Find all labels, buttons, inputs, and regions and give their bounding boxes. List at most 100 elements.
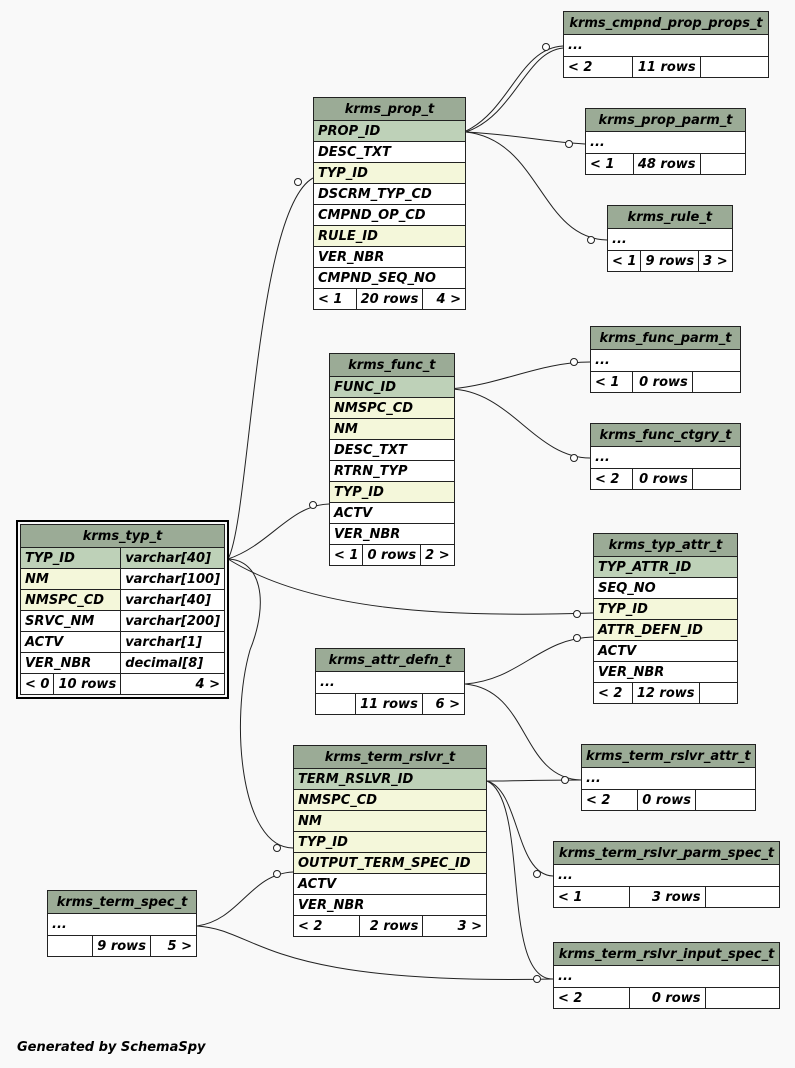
parent-count: [46, 935, 94, 957]
table-krms-func-t[interactable]: krms_func_t FUNC_ID NMSPC_CD NM DESC_TXT…: [328, 353, 455, 566]
child-count: [691, 468, 742, 490]
child-count: 5 >: [149, 935, 198, 957]
column-type: varchar[1]: [120, 631, 226, 653]
column-typ-attr-id: TYP_ATTR_ID: [593, 556, 738, 578]
column-type: varchar[100]: [120, 568, 226, 590]
table-krms-prop-t[interactable]: krms_prop_t PROP_ID DESC_TXT TYP_ID DSCR…: [313, 97, 466, 310]
table-title: krms_term_rslvr_input_spec_t: [553, 942, 780, 966]
column-nm: NM: [293, 810, 487, 832]
edge-typ-func: [227, 503, 330, 560]
column-row: ...: [581, 767, 756, 790]
row-count: 0 rows: [362, 544, 422, 566]
child-count: [699, 56, 770, 78]
edge-typ-prop: [227, 177, 314, 560]
crowfoot-circle-icon: [542, 43, 550, 51]
parent-count: < 2: [563, 56, 633, 78]
crowfoot-circle-icon: [565, 140, 573, 148]
child-count: 4 >: [422, 288, 466, 310]
column-dscrm-typ-cd: DSCRM_TYP_CD: [313, 183, 466, 205]
row-count: 9 rows: [640, 250, 700, 272]
generated-by-label: Generated by SchemaSpy: [17, 1040, 206, 1055]
column-actv: ACTV: [293, 873, 487, 895]
table-krms-attr-defn-t[interactable]: krms_attr_defn_t ... 11 rows 6 >: [314, 648, 466, 715]
edge-typ-typattr: [227, 558, 594, 615]
table-title: krms_cmpnd_prop_props_t: [563, 11, 769, 35]
child-count: 4 >: [120, 673, 226, 695]
parent-count: < 2: [590, 468, 633, 490]
column-type: varchar[40]: [120, 547, 226, 569]
table-krms-term-rslvr-t[interactable]: krms_term_rslvr_t TERM_RSLVR_ID NMSPC_CD…: [293, 745, 487, 937]
column-prop-id: PROP_ID: [313, 120, 466, 142]
child-count: [704, 886, 780, 908]
child-count: 2 >: [420, 544, 455, 566]
table-title: krms_term_rslvr_t: [293, 745, 487, 769]
column-typ-id: TYP_ID: [313, 162, 466, 184]
column-row: ...: [553, 864, 780, 887]
column-ver-nbr: VER_NBR: [19, 652, 122, 674]
column-ver-nbr: VER_NBR: [593, 661, 738, 683]
row-count: 11 rows: [631, 56, 701, 78]
child-count: [691, 371, 742, 393]
column-typ-id: TYP_ID: [329, 481, 455, 503]
column-typ-id: TYP_ID: [293, 831, 487, 853]
parent-count: < 1: [553, 886, 630, 908]
column-row: ...: [47, 913, 197, 936]
table-krms-func-ctgry-t[interactable]: krms_func_ctgry_t ... < 2 0 rows: [590, 423, 742, 490]
edge-termspec-rslvr: [196, 871, 294, 927]
child-count: [699, 153, 747, 175]
table-krms-prop-parm-t[interactable]: krms_prop_parm_t ... < 1 48 rows: [585, 108, 747, 175]
parent-count: [314, 693, 357, 715]
parent-count: < 1: [313, 288, 357, 310]
column-actv: ACTV: [329, 502, 455, 524]
parent-count: < 2: [581, 789, 638, 811]
table-title: krms_func_ctgry_t: [590, 423, 741, 447]
row-count: 2 rows: [358, 915, 424, 937]
child-count: 3 >: [422, 915, 487, 937]
crowfoot-circle-icon: [273, 870, 281, 878]
column-actv: ACTV: [19, 631, 122, 653]
column-row: ...: [315, 671, 465, 694]
table-krms-term-spec-t[interactable]: krms_term_spec_t ... 9 rows 5 >: [46, 890, 198, 957]
table-title: krms_typ_t: [19, 524, 226, 548]
row-count: 0 rows: [631, 468, 693, 490]
edge-func-parm: [449, 361, 591, 390]
column-rtrn-typ: RTRN_TYP: [329, 460, 455, 482]
table-krms-cmpnd-prop-props-t[interactable]: krms_cmpnd_prop_props_t ... < 2 11 rows: [563, 11, 770, 78]
crowfoot-circle-icon: [561, 776, 569, 784]
column-attr-defn-id: ATTR_DEFN_ID: [593, 619, 738, 641]
column-row: ...: [563, 34, 769, 57]
crowfoot-circle-icon: [570, 358, 578, 366]
column-ver-nbr: VER_NBR: [329, 523, 455, 545]
row-count: 12 rows: [631, 682, 700, 704]
edge-rslvr-parmspec: [486, 780, 554, 877]
table-krms-rule-t[interactable]: krms_rule_t ... < 1 9 rows 3 >: [606, 205, 733, 272]
table-title: krms_term_spec_t: [47, 890, 197, 914]
crowfoot-circle-icon: [309, 501, 317, 509]
column-seq-no: SEQ_NO: [593, 577, 738, 599]
child-count: 3 >: [698, 250, 733, 272]
child-count: [698, 682, 739, 704]
crowfoot-circle-icon: [573, 610, 581, 618]
row-count: 20 rows: [355, 288, 424, 310]
column-nm: NM: [329, 418, 455, 440]
parent-count: < 2: [553, 987, 630, 1009]
table-krms-func-parm-t[interactable]: krms_func_parm_t ... < 1 0 rows: [590, 326, 742, 393]
table-krms-typ-attr-t[interactable]: krms_typ_attr_t TYP_ATTR_ID SEQ_NO TYP_I…: [593, 533, 739, 704]
edge-prop-cmpnd2: [465, 47, 564, 133]
edge-func-ctgry: [449, 388, 591, 459]
table-title: krms_rule_t: [607, 205, 733, 229]
table-krms-term-rslvr-parm-spec-t[interactable]: krms_term_rslvr_parm_spec_t ... < 1 3 ro…: [553, 841, 780, 908]
column-ver-nbr: VER_NBR: [293, 894, 487, 916]
table-krms-term-rslvr-attr-t[interactable]: krms_term_rslvr_attr_t ... < 2 0 rows: [581, 744, 756, 811]
table-krms-term-rslvr-input-spec-t[interactable]: krms_term_rslvr_input_spec_t ... < 2 0 r…: [553, 942, 780, 1009]
row-count: 9 rows: [92, 935, 151, 957]
crowfoot-circle-icon: [533, 870, 541, 878]
table-title: krms_typ_attr_t: [593, 533, 738, 557]
parent-count: < 2: [293, 915, 360, 937]
column-cmpnd-seq-no: CMPND_SEQ_NO: [313, 267, 466, 289]
table-krms-typ-t[interactable]: krms_typ_t TYP_ID varchar[40] NM varchar[1…: [15, 520, 230, 699]
column-nmspc-cd: NMSPC_CD: [329, 397, 455, 419]
column-func-id: FUNC_ID: [329, 376, 455, 398]
table-title: krms_func_parm_t: [590, 326, 741, 350]
crowfoot-circle-icon: [294, 178, 302, 186]
